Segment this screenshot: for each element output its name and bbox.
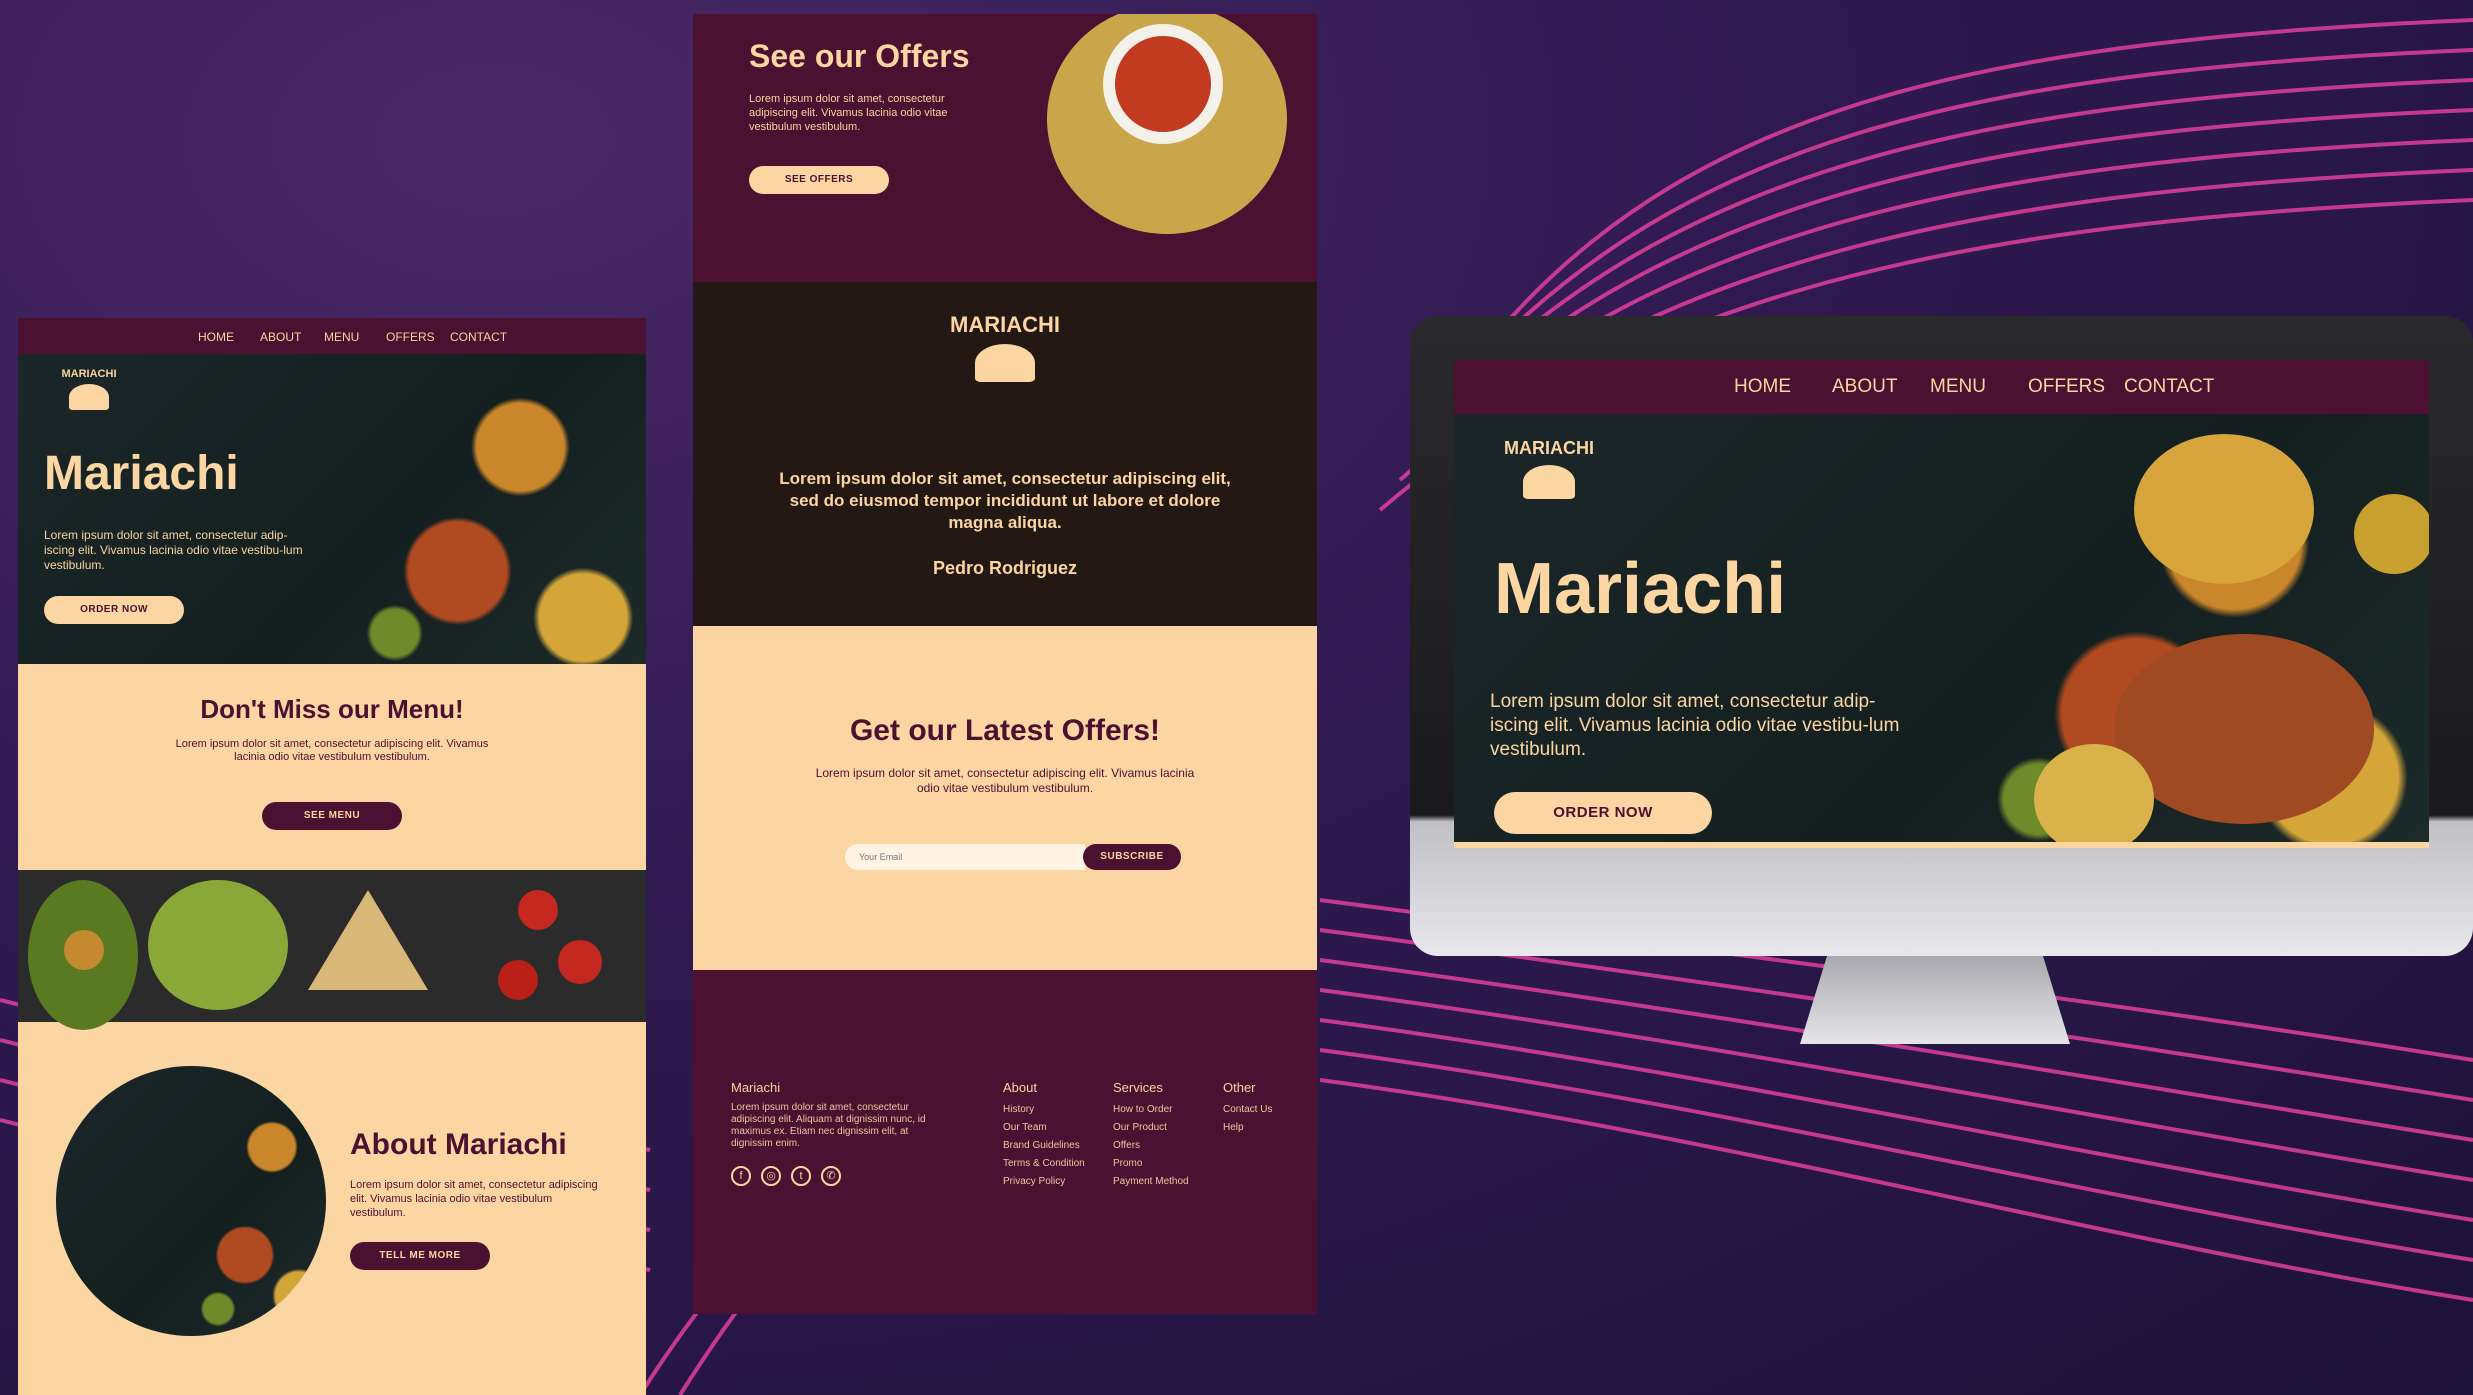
testimonial-quote: Lorem ipsum dolor sit amet, consectetur …	[779, 469, 1231, 532]
footer-link-offers[interactable]: Offers	[1113, 1140, 1140, 1151]
nav-home[interactable]: HOME	[198, 330, 234, 344]
footer-about-title: About	[1003, 1080, 1037, 1095]
guacamole-image	[18, 870, 646, 1030]
hero-body: Lorem ipsum dolor sit amet, consectetur …	[1490, 691, 1900, 760]
menu-section-body: Lorem ipsum dolor sit amet, consectetur …	[175, 738, 489, 763]
nav-offers[interactable]: OFFERS	[386, 330, 435, 344]
nav-menu[interactable]: MENU	[324, 330, 359, 344]
order-now-button[interactable]: ORDER NOW	[44, 596, 184, 624]
subscribe-button[interactable]: SUBSCRIBE	[1083, 844, 1181, 870]
nav-bar: HOME ABOUT MENU OFFERS CONTACT	[1454, 360, 2429, 414]
facebook-icon[interactable]: f	[731, 1166, 751, 1186]
desktop-monitor-mockup: HOME ABOUT MENU OFFERS CONTACT MARIACHI …	[1410, 316, 2473, 1046]
nav-about[interactable]: ABOUT	[260, 330, 301, 344]
footer-link-help[interactable]: Help	[1223, 1122, 1244, 1133]
footer-link-history[interactable]: History	[1003, 1104, 1034, 1115]
instagram-icon[interactable]: ◎	[761, 1166, 781, 1186]
footer-other-title: Other	[1223, 1080, 1256, 1095]
see-offers-button[interactable]: SEE OFFERS	[749, 166, 889, 194]
footer-link-payment[interactable]: Payment Method	[1113, 1176, 1189, 1187]
newsletter-title: Get our Latest Offers!	[849, 714, 1161, 747]
nav-offers[interactable]: OFFERS	[2028, 376, 2105, 398]
footer-link-how-to-order[interactable]: How to Order	[1113, 1104, 1172, 1115]
brand-logo: MARIACHI	[1494, 438, 1604, 499]
mobile-page-mockup: HOME ABOUT MENU OFFERS CONTACT MARIACHI …	[18, 318, 646, 1395]
nav-about[interactable]: ABOUT	[1832, 376, 1897, 398]
testimonial-section: MARIACHI Lorem ipsum dolor sit amet, con…	[693, 282, 1317, 626]
testimonial-author: Pedro Rodriguez	[932, 558, 1077, 578]
offers-title: See our Offers	[749, 38, 970, 74]
offers-body: Lorem ipsum dolor sit amet, consectetur …	[749, 93, 948, 133]
nav-home[interactable]: HOME	[1734, 376, 1791, 398]
brand-logo: MARIACHI	[44, 368, 134, 410]
footer-link-brand-guidelines[interactable]: Brand Guidelines	[1003, 1140, 1080, 1151]
twitter-icon[interactable]: t	[791, 1166, 811, 1186]
footer-link-privacy[interactable]: Privacy Policy	[1003, 1176, 1065, 1187]
brand-logo: MARIACHI	[945, 312, 1065, 382]
menu-section-title: Don't Miss our Menu!	[200, 694, 464, 724]
nav-contact[interactable]: CONTACT	[2124, 376, 2214, 398]
nav-contact[interactable]: CONTACT	[450, 330, 507, 344]
footer-link-terms[interactable]: Terms & Condition	[1003, 1158, 1085, 1169]
hero-title: Mariachi	[1494, 549, 1787, 629]
nav-menu[interactable]: MENU	[1930, 376, 1986, 398]
about-section-body: Lorem ipsum dolor sit amet, consectetur …	[350, 1179, 598, 1219]
footer-link-contact-us[interactable]: Contact Us	[1223, 1104, 1272, 1115]
see-menu-button[interactable]: SEE MENU	[262, 802, 402, 830]
newsletter-body: Lorem ipsum dolor sit amet, consectetur …	[815, 766, 1195, 795]
footer: Mariachi Lorem ipsum dolor sit amet, con…	[693, 970, 1317, 1314]
whatsapp-icon[interactable]: ✆	[821, 1166, 841, 1186]
landing-page-mockup: See our Offers Lorem ipsum dolor sit ame…	[693, 14, 1317, 1314]
footer-brand-text: Lorem ipsum dolor sit amet, consectetur …	[731, 1102, 926, 1149]
footer-link-promo[interactable]: Promo	[1113, 1158, 1142, 1169]
email-input[interactable]	[845, 844, 1085, 870]
hero-body: Lorem ipsum dolor sit amet, consectetur …	[44, 528, 303, 572]
about-food-image	[56, 1066, 326, 1336]
monitor-screen: HOME ABOUT MENU OFFERS CONTACT MARIACHI …	[1454, 360, 2429, 848]
about-section-title: About Mariachi	[350, 1128, 567, 1161]
footer-brand: Mariachi	[731, 1080, 781, 1095]
order-now-button[interactable]: ORDER NOW	[1494, 792, 1712, 834]
footer-link-our-product[interactable]: Our Product	[1113, 1122, 1167, 1133]
footer-link-our-team[interactable]: Our Team	[1003, 1122, 1047, 1133]
offers-section: See our Offers Lorem ipsum dolor sit ame…	[693, 14, 1317, 282]
footer-services-title: Services	[1113, 1080, 1163, 1095]
hero-title: Mariachi	[44, 447, 239, 500]
nav-bar: HOME ABOUT MENU OFFERS CONTACT	[18, 318, 646, 354]
tell-me-more-button[interactable]: TELL ME MORE	[350, 1242, 490, 1270]
